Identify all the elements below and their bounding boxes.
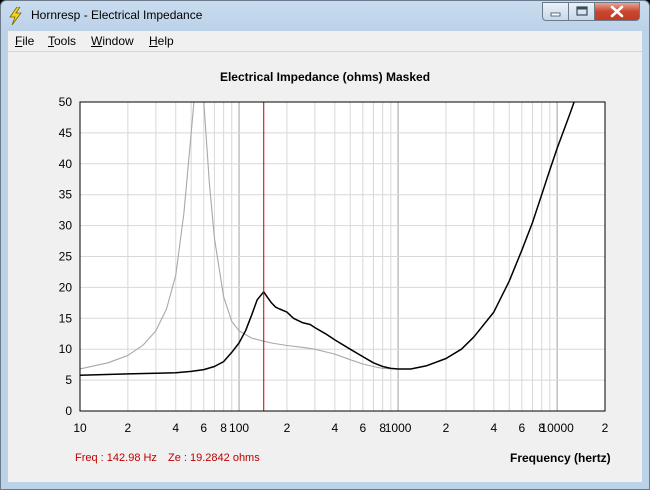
x-tick-label: 100 bbox=[229, 421, 249, 435]
app-window: Hornresp - Electrical Impedance File Too… bbox=[0, 0, 650, 490]
menu-tools[interactable]: Tools bbox=[48, 34, 76, 48]
x-axis-label: Frequency (hertz) bbox=[510, 451, 611, 465]
maximize-icon bbox=[576, 6, 588, 16]
window-title: Hornresp - Electrical Impedance bbox=[31, 8, 203, 22]
minimize-button[interactable] bbox=[542, 2, 569, 21]
y-tick-label: 35 bbox=[59, 188, 73, 202]
x-tick-label: 6 bbox=[200, 421, 207, 435]
menu-bar: File Tools Window Help bbox=[8, 31, 642, 52]
x-tick-label: 6 bbox=[518, 421, 525, 435]
x-tick-label: 1000 bbox=[385, 421, 412, 435]
x-tick-label: 8 bbox=[220, 421, 227, 435]
y-tick-label: 20 bbox=[59, 280, 73, 294]
x-tick-label: 4 bbox=[172, 421, 179, 435]
y-tick-label: 30 bbox=[59, 219, 73, 233]
x-tick-label: 2 bbox=[125, 421, 132, 435]
y-tick-label: 50 bbox=[59, 95, 73, 109]
y-tick-label: 5 bbox=[65, 373, 72, 387]
x-tick-label: 2 bbox=[284, 421, 291, 435]
y-tick-label: 0 bbox=[65, 404, 72, 418]
title-bar[interactable]: Hornresp - Electrical Impedance bbox=[1, 1, 649, 31]
y-tick-label: 10 bbox=[59, 342, 73, 356]
impedance-readout: Ze : 19.2842 ohms bbox=[168, 452, 260, 464]
x-tick-label: 6 bbox=[359, 421, 366, 435]
impedance-chart[interactable]: 0510152025303540455010 2 4 6 8 100 2 4 6 81000 2 4 6… bbox=[8, 52, 642, 482]
y-tick-label: 40 bbox=[59, 157, 73, 171]
x-tick-label: 4 bbox=[331, 421, 338, 435]
minimize-icon bbox=[550, 12, 561, 17]
y-tick-label: 45 bbox=[59, 126, 73, 140]
close-icon bbox=[610, 5, 624, 18]
menu-window[interactable]: Window bbox=[91, 34, 134, 48]
y-tick-label: 15 bbox=[59, 311, 73, 325]
lightning-bolt-icon[interactable] bbox=[8, 7, 24, 25]
x-tick-label: 10 bbox=[73, 421, 87, 435]
menu-help[interactable]: Help bbox=[149, 34, 174, 48]
chart-panel: Electrical Impedance (ohms) Masked 0 5 10 1… bbox=[8, 52, 642, 482]
menu-file[interactable]: File bbox=[15, 34, 34, 48]
x-tick-label: 2 bbox=[602, 421, 609, 435]
maximize-button[interactable] bbox=[568, 2, 595, 21]
x-tick-label: 10000 bbox=[540, 421, 574, 435]
x-tick-label: 4 bbox=[490, 421, 497, 435]
close-button[interactable] bbox=[594, 2, 640, 21]
x-tick-label: 2 bbox=[443, 421, 450, 435]
y-tick-label: 25 bbox=[59, 250, 73, 264]
frequency-readout: Freq : 142.98 Hz bbox=[75, 452, 157, 464]
